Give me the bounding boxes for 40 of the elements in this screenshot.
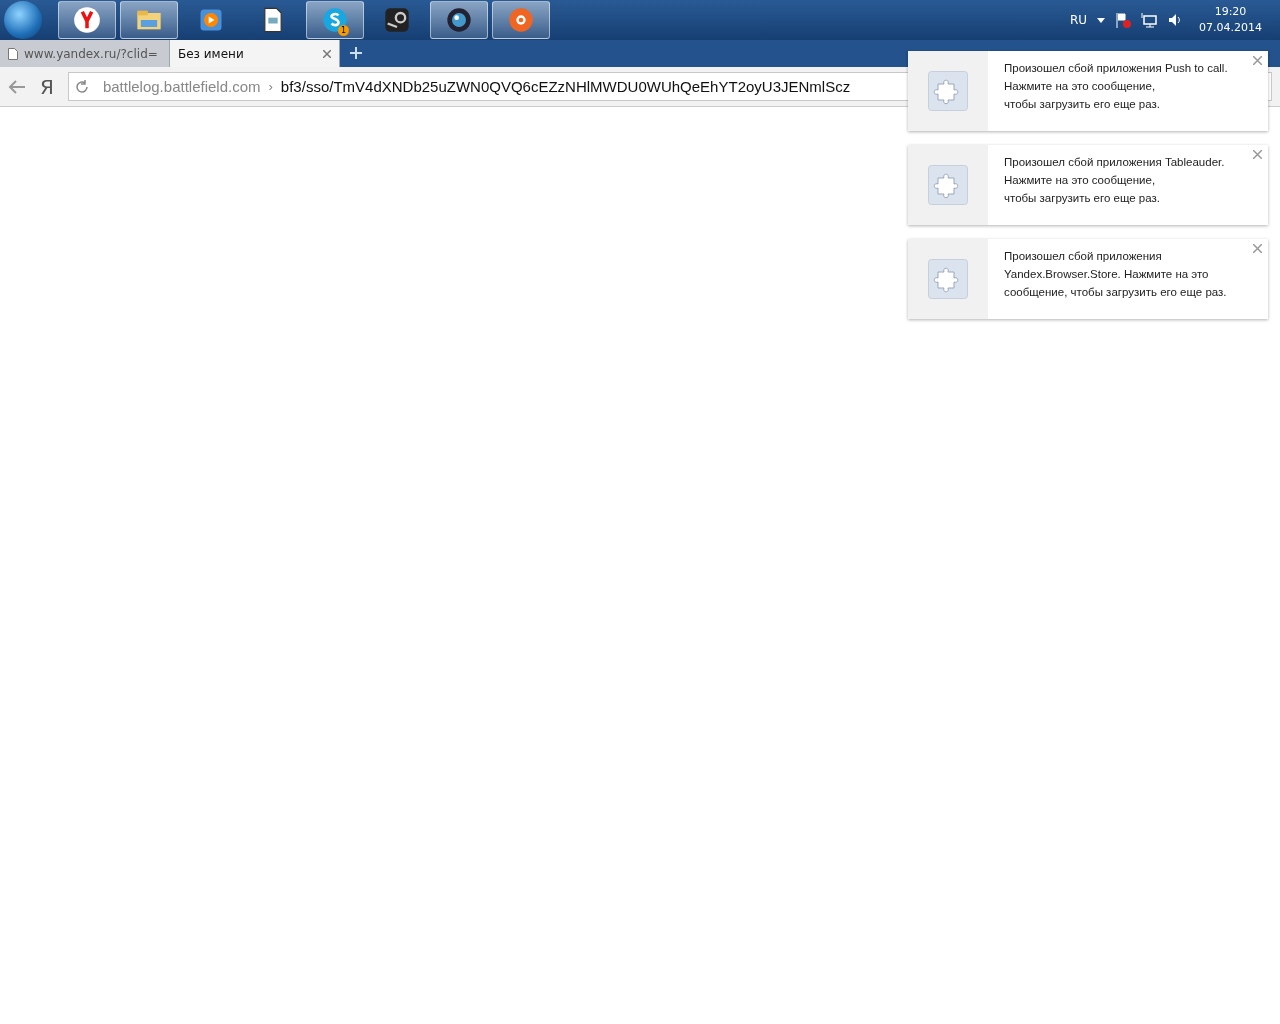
puzzle-icon	[928, 165, 968, 205]
language-indicator[interactable]: RU	[1069, 13, 1087, 27]
browser-logo-icon	[73, 6, 101, 34]
crash-notification[interactable]: Произошел сбой приложения Push to call. Нажмите на это сообщение, чтобы загрузить его еще раз.	[908, 51, 1268, 131]
lens-icon	[445, 6, 473, 34]
notification-message: Произошел сбой приложения Yandex.Browser.Store. Нажмите на это сообщение, чтобы загрузить его еще раз.	[1003, 249, 1227, 300]
puzzle-icon	[928, 71, 968, 111]
notification-badge: 1	[338, 25, 349, 36]
taskbar-button[interactable]	[120, 1, 178, 39]
close-icon[interactable]	[1253, 150, 1262, 159]
notification-message: Произошел сбой приложения Tableauder. Нажмите на это сообщение, чтобы загрузить его еще раз.	[1003, 155, 1225, 206]
browser-logo[interactable]: Я	[40, 74, 54, 99]
caret-icon[interactable]	[1097, 17, 1105, 23]
clock-time: 19:20	[1214, 4, 1247, 20]
close-icon[interactable]	[1253, 56, 1262, 65]
taskbar-button[interactable]	[430, 1, 488, 39]
browser-tab[interactable]: www.yandex.ru/?clid=	[0, 40, 170, 67]
taskbar-button[interactable]	[58, 1, 116, 39]
taskbar-button[interactable]: 1	[306, 1, 364, 39]
ring-logo-icon	[507, 6, 535, 34]
reload-icon[interactable]	[74, 79, 89, 94]
page-icon	[8, 47, 18, 60]
close-icon[interactable]	[1253, 244, 1262, 253]
start-button[interactable]	[4, 1, 42, 39]
network-icon[interactable]	[1141, 12, 1157, 28]
puzzle-icon	[928, 259, 968, 299]
back-arrow-icon[interactable]	[8, 79, 26, 94]
url-separator: ›	[268, 79, 273, 94]
plus-icon[interactable]	[350, 47, 362, 59]
flag-icon[interactable]	[1115, 12, 1131, 28]
clock-date: 07.04.2014	[1199, 20, 1262, 36]
chat-logo-icon	[321, 6, 349, 34]
speaker-icon[interactable]	[1167, 12, 1183, 28]
close-icon[interactable]	[323, 49, 331, 58]
crash-notification[interactable]: Произошел сбой приложения Tableauder. Нажмите на это сообщение, чтобы загрузить его еще раз.	[908, 145, 1268, 225]
url-path: bf3/sso/TmV4dXNDb25uZWN0QVQ6cEZzNHlMWDU0WUhQeEhYT2oyU3JENmlScz	[280, 78, 851, 95]
taskbar-button[interactable]	[492, 1, 550, 39]
url-host: battlelog.battlefield.com	[102, 78, 261, 95]
crash-notification[interactable]: Произошел сбой приложения Yandex.Browser.Store. Нажмите на это сообщение, чтобы загрузить его еще раз.	[908, 239, 1268, 319]
browser-tab[interactable]: Без имени	[170, 40, 340, 67]
